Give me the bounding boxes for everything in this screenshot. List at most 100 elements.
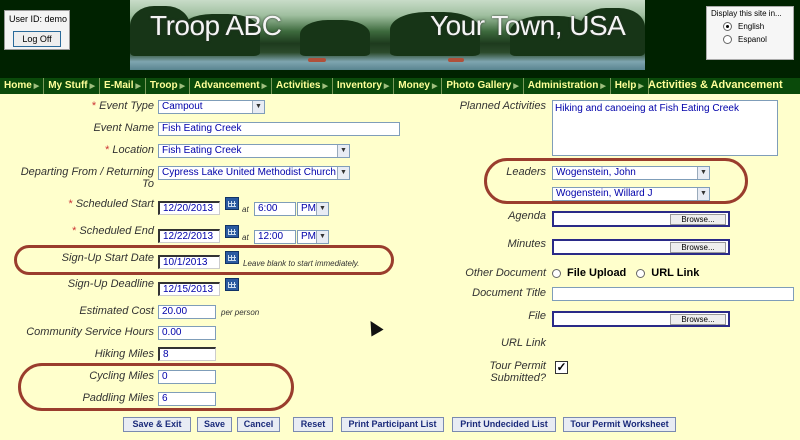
user-id-text: User ID: demo: [9, 14, 68, 24]
language-option-english[interactable]: English: [711, 22, 789, 31]
calendar-icon[interactable]: [225, 251, 239, 264]
at-label: at: [242, 205, 249, 214]
chevron-right-icon: ▶: [513, 83, 519, 90]
chevron-down-icon: ▼: [316, 231, 328, 243]
scheduled-start-label: * Scheduled Start: [68, 198, 154, 210]
at-label: at: [242, 233, 249, 242]
tour-permit-label: Tour Permit: [489, 360, 546, 372]
banner-image: Troop ABC Your Town, USA: [130, 0, 645, 70]
estimated-cost-input[interactable]: 20.00: [158, 305, 216, 319]
event-name-label: Event Name: [93, 122, 154, 134]
save-exit-button[interactable]: Save & Exit: [123, 417, 191, 432]
site-header: User ID: demo Log Off Troop ABC Your Tow…: [0, 0, 800, 78]
tour-permit-worksheet-button[interactable]: Tour Permit Worksheet: [563, 417, 676, 432]
community-service-input[interactable]: 0.00: [158, 326, 216, 340]
agenda-file-input[interactable]: Browse...: [552, 211, 730, 227]
cancel-button[interactable]: Cancel: [237, 417, 280, 432]
agenda-browse-button[interactable]: Browse...: [670, 214, 726, 225]
nav-administration[interactable]: Administration ▶: [524, 78, 611, 94]
location-label: * Location: [105, 144, 154, 156]
chevron-down-icon: ▼: [697, 188, 709, 200]
signup-start-input[interactable]: 10/1/2013: [158, 255, 220, 269]
event-type-select[interactable]: Campout ▼: [158, 100, 265, 114]
nav-home[interactable]: Home ▶: [0, 78, 45, 94]
chevron-right-icon: ▶: [179, 83, 186, 90]
url-link-option[interactable]: URL Link: [651, 267, 699, 279]
chevron-right-icon: ▶: [638, 83, 644, 90]
log-off-button[interactable]: Log Off: [13, 31, 61, 47]
language-title: Display this site in...: [711, 9, 782, 18]
leader-select-1[interactable]: Wogenstein, John ▼: [552, 166, 710, 180]
radio-unselected-icon[interactable]: [552, 268, 561, 278]
minutes-browse-button[interactable]: Browse...: [670, 242, 726, 253]
nav-activities[interactable]: Activities ▶: [272, 78, 333, 94]
other-document-options: File Upload URL Link: [552, 267, 699, 279]
scheduled-end-time-input[interactable]: 12:00: [254, 230, 296, 244]
nav-help[interactable]: Help ▶: [611, 78, 649, 94]
nav-photo-gallery[interactable]: Photo Gallery ▶: [442, 78, 524, 94]
nav-advancement[interactable]: Advancement ▶: [190, 78, 273, 94]
nav-my-stuff[interactable]: My Stuff ▶: [44, 78, 101, 94]
reset-button[interactable]: Reset: [293, 417, 333, 432]
agenda-label: Agenda: [508, 210, 546, 222]
document-title-input[interactable]: [552, 287, 794, 301]
file-label: File: [528, 310, 546, 322]
calendar-icon[interactable]: [225, 278, 239, 291]
estimated-cost-label: Estimated Cost: [79, 305, 154, 317]
cost-unit: per person: [221, 308, 260, 317]
paddling-miles-label: Paddling Miles: [82, 392, 154, 404]
calendar-icon[interactable]: [225, 197, 239, 210]
language-option-espanol[interactable]: Espanol: [711, 35, 789, 44]
radio-unselected-icon[interactable]: [636, 268, 646, 278]
leaders-label: Leaders: [506, 166, 546, 178]
hiking-miles-input[interactable]: 8: [158, 347, 216, 361]
radio-unselected-icon[interactable]: [723, 35, 732, 44]
nav-email[interactable]: E-Mail ▶: [100, 78, 146, 94]
url-link-label: URL Link: [500, 337, 546, 349]
scheduled-start-date-input[interactable]: 12/20/2013: [158, 201, 220, 215]
cycling-miles-input[interactable]: 0: [158, 370, 216, 384]
chevron-right-icon: ▶: [322, 83, 328, 90]
minutes-file-input[interactable]: Browse...: [552, 239, 730, 255]
leader-select-2[interactable]: Wogenstein, Willard J ▼: [552, 187, 710, 201]
chevron-right-icon: ▶: [431, 83, 438, 90]
document-title-label: Document Title: [472, 287, 546, 299]
tour-permit-checkbox[interactable]: ✓: [555, 361, 568, 374]
file-input[interactable]: Browse...: [552, 311, 730, 327]
banner-tree: [300, 20, 370, 56]
departing-select[interactable]: Cypress Lake United Methodist Church ▼: [158, 166, 350, 180]
event-type-label: * Event Type: [91, 100, 154, 112]
user-box: User ID: demo Log Off: [4, 10, 70, 50]
nav-troop[interactable]: Troop ▶: [146, 78, 191, 94]
highlight-oval: [18, 363, 294, 411]
chevron-down-icon: ▼: [252, 101, 264, 113]
calendar-icon[interactable]: [225, 225, 239, 238]
nav-money[interactable]: Money ▶: [394, 78, 443, 94]
signup-start-label: Sign-Up Start Date: [61, 252, 154, 264]
file-upload-option[interactable]: File Upload: [567, 267, 626, 279]
location-select[interactable]: Fish Eating Creek ▼: [158, 144, 350, 158]
scheduled-start-ampm-select[interactable]: PM ▼: [297, 202, 329, 216]
planned-activities-textarea[interactable]: Hiking and canoeing at Fish Eating Creek: [552, 100, 778, 156]
signup-deadline-input[interactable]: 12/15/2013: [158, 282, 220, 296]
chevron-down-icon: ▼: [337, 167, 349, 179]
scheduled-end-date-input[interactable]: 12/22/2013: [158, 229, 220, 243]
print-participant-list-button[interactable]: Print Participant List: [341, 417, 444, 432]
tour-permit-label-2: Submitted?: [490, 372, 546, 384]
banner-troop-name: Troop ABC: [150, 10, 282, 41]
radio-selected-icon[interactable]: [723, 22, 732, 31]
scheduled-end-ampm-select[interactable]: PM ▼: [297, 230, 329, 244]
event-name-input[interactable]: Fish Eating Creek: [158, 122, 400, 136]
file-browse-button[interactable]: Browse...: [670, 314, 726, 325]
signup-start-hint: Leave blank to start immediately.: [243, 259, 360, 268]
chevron-down-icon: ▼: [316, 203, 328, 215]
chevron-right-icon: ▶: [261, 83, 268, 90]
save-button[interactable]: Save: [197, 417, 232, 432]
scheduled-start-time-input[interactable]: 6:00: [254, 202, 296, 216]
nav-inventory[interactable]: Inventory ▶: [333, 78, 395, 94]
chevron-down-icon: ▼: [337, 145, 349, 157]
paddling-miles-input[interactable]: 6: [158, 392, 216, 406]
section-title: Activities & Advancement: [648, 79, 783, 91]
chevron-right-icon: ▶: [600, 83, 606, 90]
print-undecided-list-button[interactable]: Print Undecided List: [452, 417, 556, 432]
